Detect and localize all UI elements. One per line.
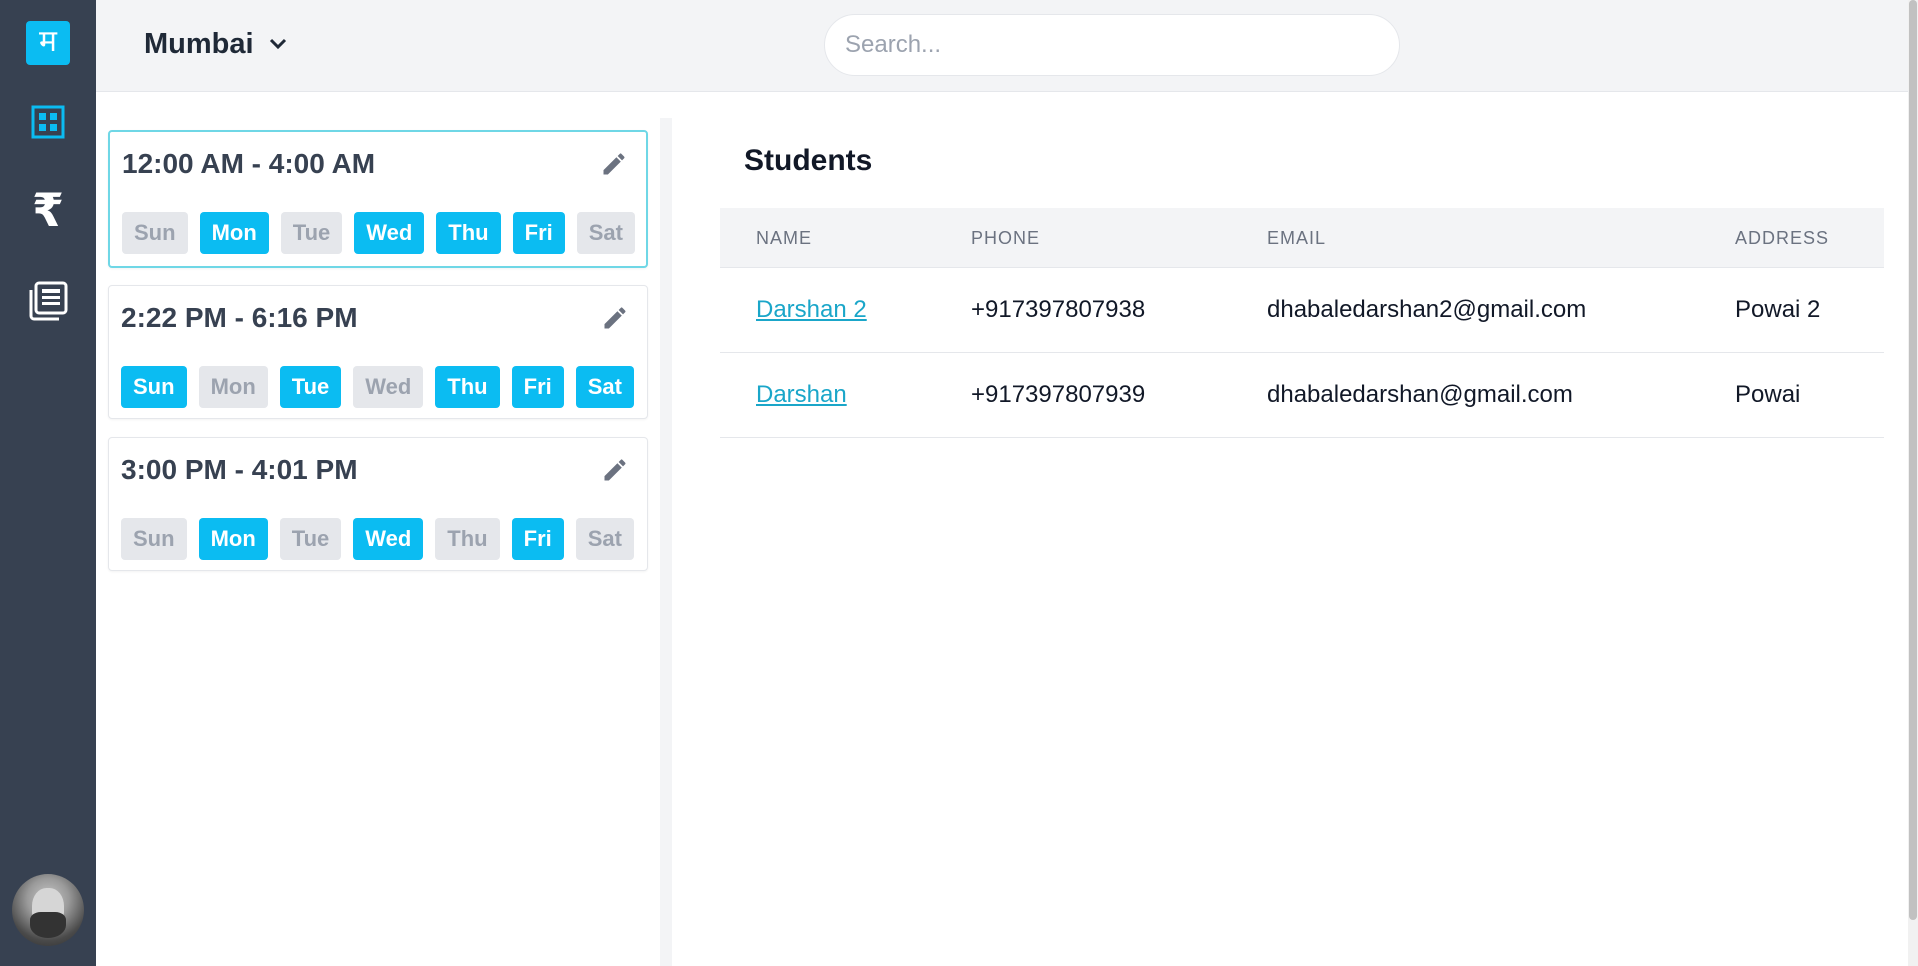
- day-toggle-wed[interactable]: Wed: [353, 366, 424, 408]
- newspaper-icon[interactable]: [24, 277, 72, 325]
- user-avatar[interactable]: [12, 874, 84, 946]
- edit-icon[interactable]: [601, 456, 629, 484]
- weekday-toggles: Sun Mon Tue Wed Thu Fri Sat: [121, 518, 634, 560]
- slots-panel: 12:00 AM - 4:00 AM Sun Mon Tue Wed Thu Fri Sat 2…: [96, 92, 668, 966]
- day-toggle-thu[interactable]: Thu: [435, 366, 500, 408]
- time-slot-range: 12:00 AM - 4:00 AM: [122, 148, 376, 179]
- search-input[interactable]: [824, 14, 1400, 76]
- table-row: Darshan +917397807939 dhabaledarshan@gma…: [720, 353, 1884, 438]
- day-toggle-sun[interactable]: Sun: [121, 366, 187, 408]
- day-toggle-tue[interactable]: Tue: [279, 366, 342, 408]
- time-slot-card[interactable]: 3:00 PM - 4:01 PM Sun Mon Tue Wed Thu Fri Sat: [108, 437, 648, 571]
- day-toggle-fri[interactable]: Fri: [512, 212, 565, 254]
- day-toggle-wed[interactable]: Wed: [354, 212, 425, 254]
- student-phone: +917397807938: [971, 296, 1146, 323]
- day-toggle-sat[interactable]: Sat: [575, 518, 634, 560]
- day-toggle-sat[interactable]: Sat: [576, 212, 635, 254]
- student-email: dhabaledarshan2@gmail.com: [1267, 296, 1587, 323]
- chevron-down-icon: [269, 38, 286, 50]
- sidebar: म ₹: [0, 0, 96, 966]
- students-title: Students: [744, 144, 873, 177]
- day-toggle-mon[interactable]: Mon: [198, 366, 268, 408]
- day-toggle-thu[interactable]: Thu: [435, 518, 500, 560]
- day-toggle-fri[interactable]: Fri: [511, 518, 564, 560]
- column-header-email: EMAIL: [1267, 228, 1327, 248]
- student-email: dhabaledarshan@gmail.com: [1267, 381, 1573, 408]
- day-toggle-sun[interactable]: Sun: [122, 212, 188, 254]
- weekday-toggles: Sun Mon Tue Wed Thu Fri Sat: [122, 212, 635, 254]
- day-toggle-mon[interactable]: Mon: [199, 212, 269, 254]
- scrollbar-thumb[interactable]: [1909, 0, 1917, 920]
- student-name-link[interactable]: Darshan 2: [756, 296, 867, 324]
- time-slot-range: 2:22 PM - 6:16 PM: [121, 302, 358, 333]
- avatar-beard: [30, 912, 66, 938]
- day-toggle-sun[interactable]: Sun: [121, 518, 187, 560]
- dashboard-icon[interactable]: [24, 98, 72, 146]
- column-header-name: NAME: [756, 228, 813, 248]
- city-selector[interactable]: Mumbai: [144, 24, 288, 64]
- time-slot-card[interactable]: 2:22 PM - 6:16 PM Sun Mon Tue Wed Thu Fri Sat: [108, 285, 648, 419]
- table-row: Darshan 2 +917397807938 dhabaledarshan2@…: [720, 268, 1884, 353]
- app-logo[interactable]: म: [26, 21, 70, 65]
- day-toggle-tue[interactable]: Tue: [279, 518, 342, 560]
- page-scrollbar[interactable]: [1908, 0, 1918, 966]
- edit-icon[interactable]: [600, 150, 628, 178]
- column-header-address: ADDRESS: [1735, 228, 1830, 248]
- time-slot-card[interactable]: 12:00 AM - 4:00 AM Sun Mon Tue Wed Thu Fri Sat: [108, 130, 648, 268]
- weekday-toggles: Sun Mon Tue Wed Thu Fri Sat: [121, 366, 634, 408]
- day-toggle-mon[interactable]: Mon: [198, 518, 268, 560]
- day-toggle-wed[interactable]: Wed: [353, 518, 424, 560]
- day-toggle-sat[interactable]: Sat: [575, 366, 634, 408]
- student-address: Powai: [1735, 381, 1801, 408]
- edit-icon[interactable]: [601, 304, 629, 332]
- student-phone: +917397807939: [971, 381, 1146, 408]
- day-toggle-tue[interactable]: Tue: [280, 212, 343, 254]
- table-header: NAME PHONE EMAIL ADDRESS: [720, 208, 1884, 268]
- panel-divider: [660, 118, 672, 966]
- day-toggle-thu[interactable]: Thu: [436, 212, 501, 254]
- top-header: Mumbai: [96, 0, 1908, 92]
- day-toggle-fri[interactable]: Fri: [511, 366, 564, 408]
- student-name-link[interactable]: Darshan: [756, 381, 847, 409]
- student-address: Powai 2: [1735, 296, 1821, 323]
- rupee-icon[interactable]: ₹: [24, 183, 72, 237]
- students-table: NAME PHONE EMAIL ADDRESS Darshan 2 +9173…: [720, 208, 1884, 438]
- time-slot-range: 3:00 PM - 4:01 PM: [121, 454, 358, 485]
- city-label: Mumbai: [144, 27, 254, 60]
- column-header-phone: PHONE: [971, 228, 1041, 248]
